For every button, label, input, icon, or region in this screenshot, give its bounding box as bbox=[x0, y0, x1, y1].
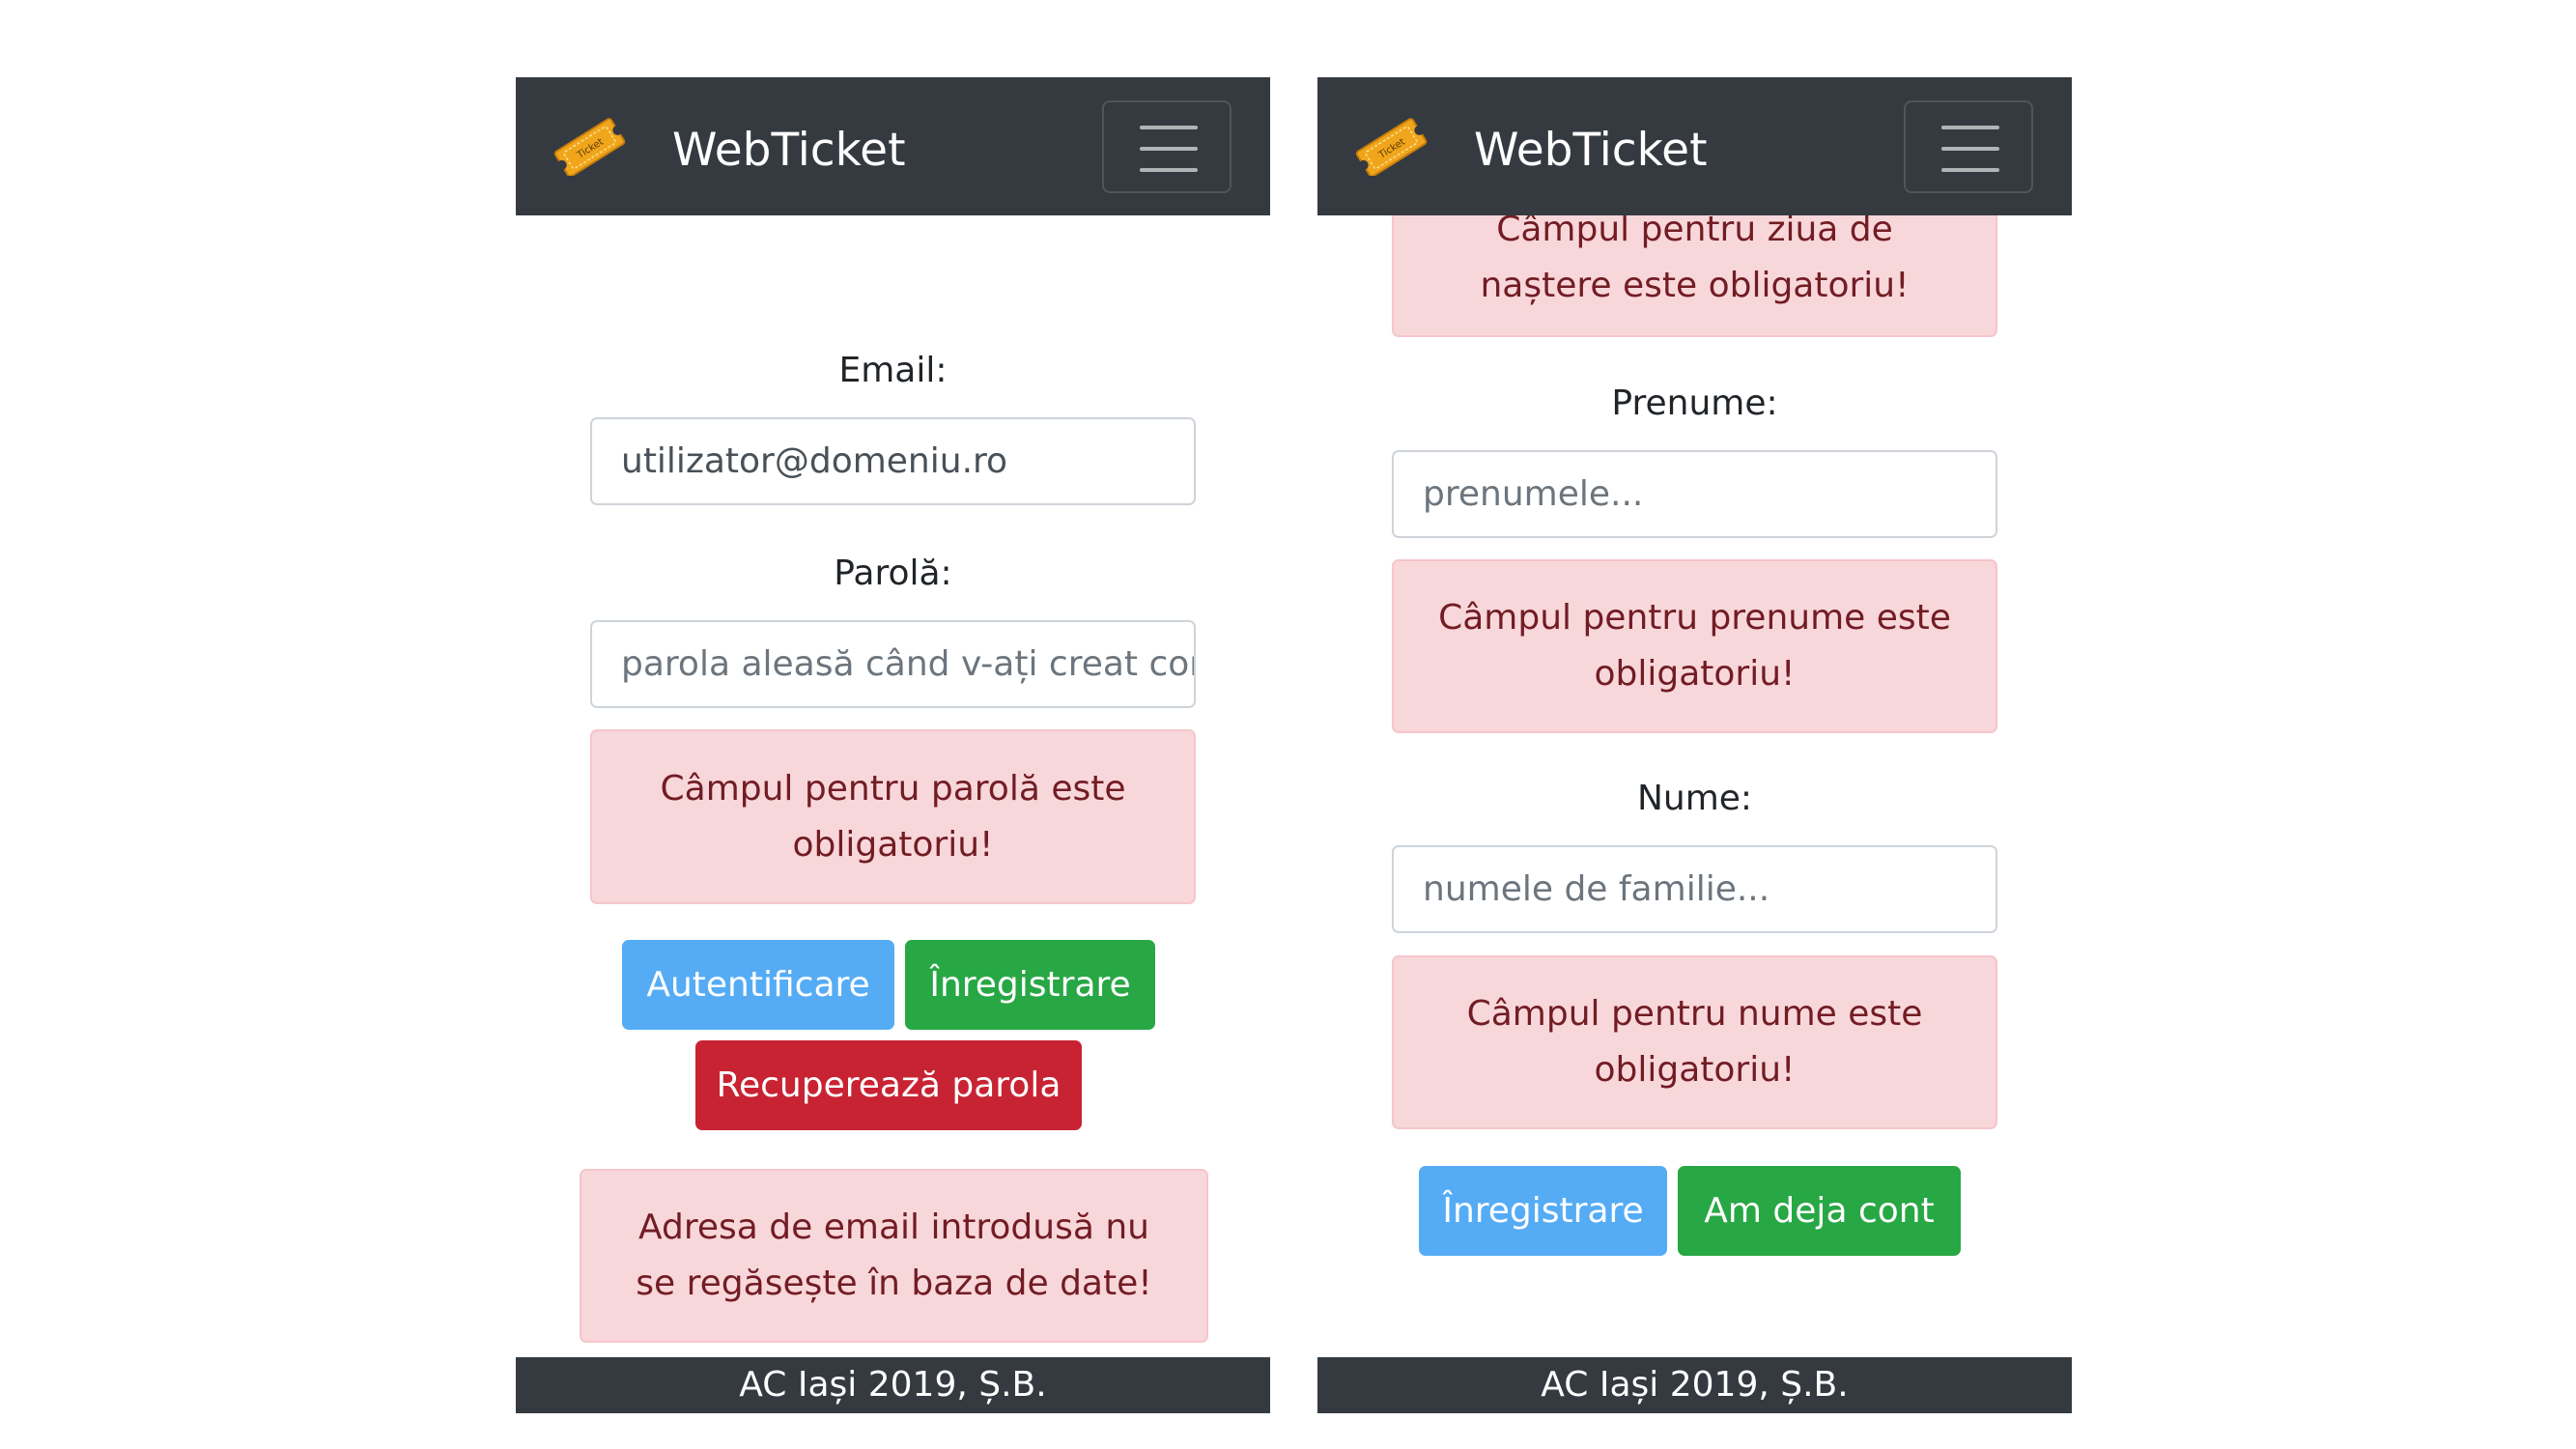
hamburger-menu-icon bbox=[1941, 168, 1999, 172]
brand-name[interactable]: WebTicket bbox=[1474, 120, 1708, 182]
password-input[interactable]: parola aleasă când v-ați creat cor bbox=[590, 620, 1196, 708]
hamburger-menu-icon bbox=[1140, 168, 1198, 172]
brand-name[interactable]: WebTicket bbox=[672, 120, 906, 182]
email-input[interactable]: utilizator@domeniu.ro bbox=[590, 417, 1196, 505]
hamburger-menu-icon bbox=[1140, 126, 1198, 129]
register-screen: Ticket WebTicket Câmpul pentru ziua de n… bbox=[1317, 77, 2072, 1418]
navbar: Ticket WebTicket bbox=[516, 77, 1270, 215]
menu-toggle-button[interactable] bbox=[1904, 100, 2033, 193]
firstname-error-alert: Câmpul pentru prenume este obligatoriu! bbox=[1392, 559, 1997, 733]
hamburger-menu-icon bbox=[1941, 126, 1999, 129]
password-label: Parolă: bbox=[834, 554, 952, 593]
ticket-icon[interactable]: Ticket bbox=[551, 118, 628, 176]
footer: AC Iași 2019, Ș.B. bbox=[1317, 1357, 2072, 1413]
password-error-alert: Câmpul pentru parolă este obligatoriu! bbox=[590, 729, 1196, 904]
email-label: Email: bbox=[838, 351, 948, 390]
menu-toggle-button[interactable] bbox=[1102, 100, 1231, 193]
navbar: Ticket WebTicket bbox=[1317, 77, 2072, 215]
login-button[interactable]: Autentificare bbox=[622, 940, 894, 1030]
login-screen: Ticket WebTicket Email: utilizator@domen… bbox=[516, 77, 1270, 1418]
recover-password-button[interactable]: Recuperează parola bbox=[695, 1040, 1082, 1130]
have-account-button[interactable]: Am deja cont bbox=[1678, 1166, 1961, 1256]
lastname-input[interactable]: numele de familie... bbox=[1392, 845, 1997, 933]
email-error-alert: Adresa de email introdusă nu se regăseșt… bbox=[580, 1169, 1208, 1343]
register-button[interactable]: Înregistrare bbox=[1419, 1166, 1667, 1256]
ticket-icon[interactable]: Ticket bbox=[1352, 118, 1430, 176]
firstname-input[interactable]: prenumele... bbox=[1392, 450, 1997, 538]
hamburger-menu-icon bbox=[1140, 147, 1198, 151]
footer: AC Iași 2019, Ș.B. bbox=[516, 1357, 1270, 1413]
firstname-label: Prenume: bbox=[1611, 384, 1778, 423]
lastname-label: Nume: bbox=[1636, 779, 1753, 818]
hamburger-menu-icon bbox=[1941, 147, 1999, 151]
register-button[interactable]: Înregistrare bbox=[905, 940, 1155, 1030]
lastname-error-alert: Câmpul pentru nume este obligatoriu! bbox=[1392, 955, 1997, 1129]
